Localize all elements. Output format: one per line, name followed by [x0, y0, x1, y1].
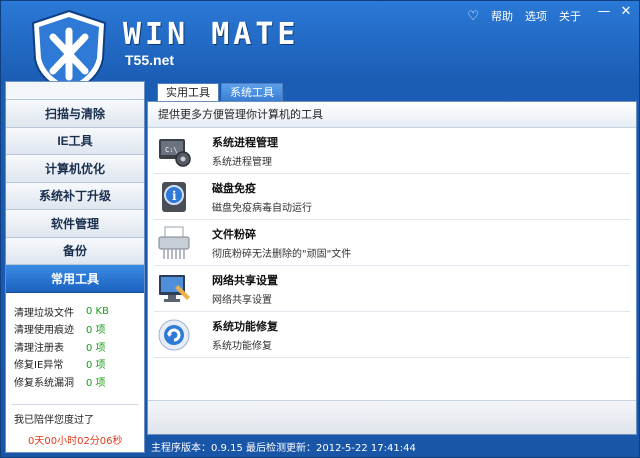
tool-desc: 彻底粉碎无法删除的"顽固"文件	[212, 248, 352, 260]
stat-row: 清理垃圾文件 0 KB	[14, 303, 136, 321]
tool-title: 磁盘免疫	[212, 181, 256, 195]
tool-title: 系统进程管理	[212, 135, 278, 149]
tool-title: 系统功能修复	[212, 319, 278, 333]
tool-list: C:\ 系统进程管理 系统进程管理 i 磁盘免疫 磁盘免疫病毒自动运行 文件粉碎…	[148, 128, 636, 358]
process-manager-icon: C:\	[159, 138, 191, 167]
tool-title: 文件粉碎	[212, 227, 256, 241]
stat-value: 0 KB	[86, 305, 109, 317]
sidebar: 扫描与清除 IE工具 计算机优化 系统补丁升级 软件管理 备份 常用工具 清理垃…	[5, 81, 145, 453]
top-menu: ♡ 帮助 选项 关于	[467, 8, 581, 24]
list-item[interactable]: i 磁盘免疫 磁盘免疫病毒自动运行	[154, 174, 630, 220]
tab-system-tools[interactable]: 系统工具	[221, 83, 283, 101]
sidebar-top-spacer	[6, 82, 144, 100]
app-site: T55.net	[125, 52, 175, 68]
app-window: WIN MATE T55.net ♡ 帮助 选项 关于 — ✕ 扫描与清除 IE…	[0, 0, 640, 458]
tab-bar: 实用工具 系统工具	[157, 83, 283, 101]
divider	[12, 404, 138, 405]
heart-icon[interactable]: ♡	[467, 9, 479, 24]
disk-immune-icon: i	[162, 181, 186, 212]
svg-text:i: i	[172, 189, 177, 203]
stat-label: 清理垃圾文件	[14, 307, 74, 319]
tool-title: 网络共享设置	[212, 273, 278, 287]
menu-help[interactable]: 帮助	[491, 8, 513, 24]
stat-label: 修复IE异常	[14, 360, 64, 372]
stat-row: 修复系统漏洞 0 项	[14, 373, 136, 391]
list-item[interactable]: 系统功能修复 系统功能修复	[154, 312, 630, 358]
stat-row: 清理使用痕迹 0 项	[14, 320, 136, 338]
sidebar-item-optimize[interactable]: 计算机优化	[6, 155, 144, 183]
tools-panel: 提供更多方便管理你计算机的工具 C:\ 系统进程管理 系统进程管理 i 磁盘免疫…	[147, 101, 637, 435]
menu-options[interactable]: 选项	[525, 8, 547, 24]
stat-value: 0 项	[86, 342, 106, 354]
stat-label: 修复系统漏洞	[14, 377, 74, 389]
svg-text:C:\: C:\	[165, 146, 178, 154]
sidebar-item-scan-clean[interactable]: 扫描与清除	[6, 100, 144, 128]
menu-about[interactable]: 关于	[559, 8, 581, 24]
list-item[interactable]: 文件粉碎 彻底粉碎无法删除的"顽固"文件	[154, 220, 630, 266]
system-repair-icon	[158, 319, 190, 350]
stat-row: 清理注册表 0 项	[14, 338, 136, 356]
sidebar-item-software-manage[interactable]: 软件管理	[6, 210, 144, 238]
stat-value: 0 项	[86, 377, 106, 389]
time-used-text: 0天00小时02分06秒	[28, 436, 123, 447]
app-title: WIN MATE	[123, 17, 300, 52]
sidebar-item-backup[interactable]: 备份	[6, 237, 144, 265]
tab-utility-tools[interactable]: 实用工具	[157, 83, 219, 101]
with-you-text: 我已陪伴您度过了	[14, 415, 94, 426]
tool-desc: 网络共享设置	[212, 294, 272, 306]
panel-description: 提供更多方便管理你计算机的工具	[148, 102, 636, 128]
tool-desc: 磁盘免疫病毒自动运行	[212, 202, 312, 214]
panel-footer	[148, 400, 636, 434]
list-item[interactable]: C:\ 系统进程管理 系统进程管理	[154, 128, 630, 174]
stat-value: 0 项	[86, 360, 106, 372]
sidebar-item-ie-tools[interactable]: IE工具	[6, 127, 144, 155]
network-share-icon	[159, 274, 190, 302]
sidebar-item-common-tools[interactable]: 常用工具	[6, 265, 144, 293]
minimize-button[interactable]: —	[595, 5, 613, 21]
tool-desc: 系统进程管理	[212, 156, 272, 168]
app-header: WIN MATE T55.net ♡ 帮助 选项 关于 — ✕	[1, 1, 640, 95]
list-item[interactable]: 网络共享设置 网络共享设置	[154, 266, 630, 312]
stats-list: 清理垃圾文件 0 KB 清理使用痕迹 0 项 清理注册表 0 项 修复IE异常 …	[6, 293, 144, 391]
file-shredder-icon	[158, 226, 190, 259]
tool-desc: 系统功能修复	[212, 340, 272, 352]
status-bar: 主程序版本：0.9.15 最后检测更新：2012-5-22 17:41:44	[151, 443, 416, 454]
sidebar-item-patch-upgrade[interactable]: 系统补丁升级	[6, 182, 144, 210]
stat-row: 修复IE异常 0 项	[14, 355, 136, 373]
window-controls: — ✕	[595, 5, 635, 21]
close-button[interactable]: ✕	[617, 5, 635, 21]
main-content: 实用工具 系统工具 提供更多方便管理你计算机的工具 C:\ 系统进程管理 系统进	[147, 81, 637, 435]
stat-label: 清理使用痕迹	[14, 325, 74, 337]
stat-label: 清理注册表	[14, 342, 64, 354]
stat-value: 0 项	[86, 325, 106, 337]
